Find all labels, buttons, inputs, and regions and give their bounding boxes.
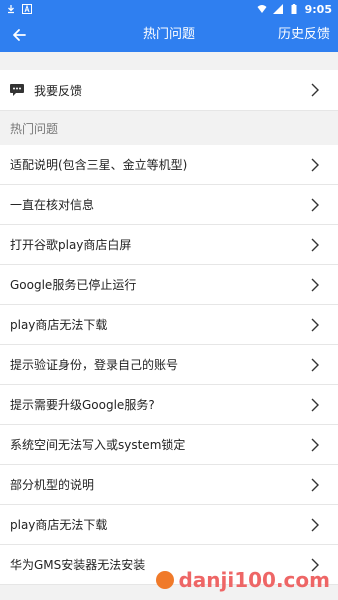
wifi-icon	[257, 5, 267, 13]
list-item[interactable]: play商店无法下载	[0, 305, 338, 345]
chevron-right-icon	[311, 358, 319, 371]
chevron-right-icon	[311, 278, 319, 291]
watermark: danji100.com	[156, 568, 330, 592]
list-item[interactable]: 系统空间无法写入或system锁定	[0, 425, 338, 465]
list-item-label: 适配说明(包含三星、金立等机型)	[10, 158, 188, 172]
list-item[interactable]: 适配说明(包含三星、金立等机型)	[0, 145, 338, 185]
chevron-right-icon	[311, 83, 319, 97]
list-item-label: 打开谷歌play商店白屏	[10, 238, 132, 252]
history-feedback-button[interactable]: 历史反馈	[278, 18, 330, 52]
list-item[interactable]: Google服务已停止运行	[0, 265, 338, 305]
list-item-label: 提示需要升级Google服务?	[10, 398, 155, 412]
app-bar: 热门问题 历史反馈	[0, 18, 338, 52]
status-right: 9:05	[257, 3, 332, 16]
status-time: 9:05	[304, 2, 332, 16]
signal-icon	[272, 4, 283, 14]
list-item-label: 一直在核对信息	[10, 198, 95, 212]
watermark-text: danji100.com	[178, 568, 330, 592]
content: 我要反馈 热门问题 适配说明(包含三星、金立等机型) 一直在核对信息 打开谷歌p…	[0, 52, 338, 585]
list-item[interactable]: play商店无法下载	[0, 505, 338, 545]
list-item[interactable]: 提示验证身份，登录自己的账号	[0, 345, 338, 385]
chevron-right-icon	[311, 198, 319, 211]
list-item[interactable]: 打开谷歌play商店白屏	[0, 225, 338, 265]
chevron-right-icon	[311, 438, 319, 451]
chevron-right-icon	[311, 238, 319, 251]
list-item[interactable]: 一直在核对信息	[0, 185, 338, 225]
list-item-label: 部分机型的说明	[10, 478, 95, 492]
download-icon	[8, 5, 14, 14]
chevron-right-icon	[311, 398, 319, 411]
chevron-right-icon	[311, 518, 319, 531]
list-item-label: play商店无法下载	[10, 318, 108, 332]
section-header: 热门问题	[0, 111, 338, 145]
message-icon	[10, 84, 24, 96]
question-list: 适配说明(包含三星、金立等机型) 一直在核对信息 打开谷歌play商店白屏 Go…	[0, 145, 338, 585]
list-item-label: 华为GMS安装器无法安装	[10, 558, 146, 572]
list-item-label: 系统空间无法写入或system锁定	[10, 438, 186, 452]
list-item-label: 提示验证身份，登录自己的账号	[10, 358, 179, 372]
chevron-right-icon	[311, 478, 319, 491]
chevron-right-icon	[311, 318, 319, 331]
watermark-logo-icon	[156, 571, 175, 589]
battery-icon	[291, 4, 297, 14]
status-left	[6, 4, 32, 14]
list-item-label: Google服务已停止运行	[10, 278, 137, 292]
status-bar: 9:05	[0, 0, 338, 18]
list-item-label: play商店无法下载	[10, 518, 108, 532]
list-item[interactable]: 提示需要升级Google服务?	[0, 385, 338, 425]
chevron-right-icon	[311, 158, 319, 171]
list-item[interactable]: 部分机型的说明	[0, 465, 338, 505]
feedback-row[interactable]: 我要反馈	[0, 70, 338, 111]
spacer	[0, 52, 338, 70]
feedback-label: 我要反馈	[34, 83, 83, 98]
a-icon	[22, 4, 32, 14]
